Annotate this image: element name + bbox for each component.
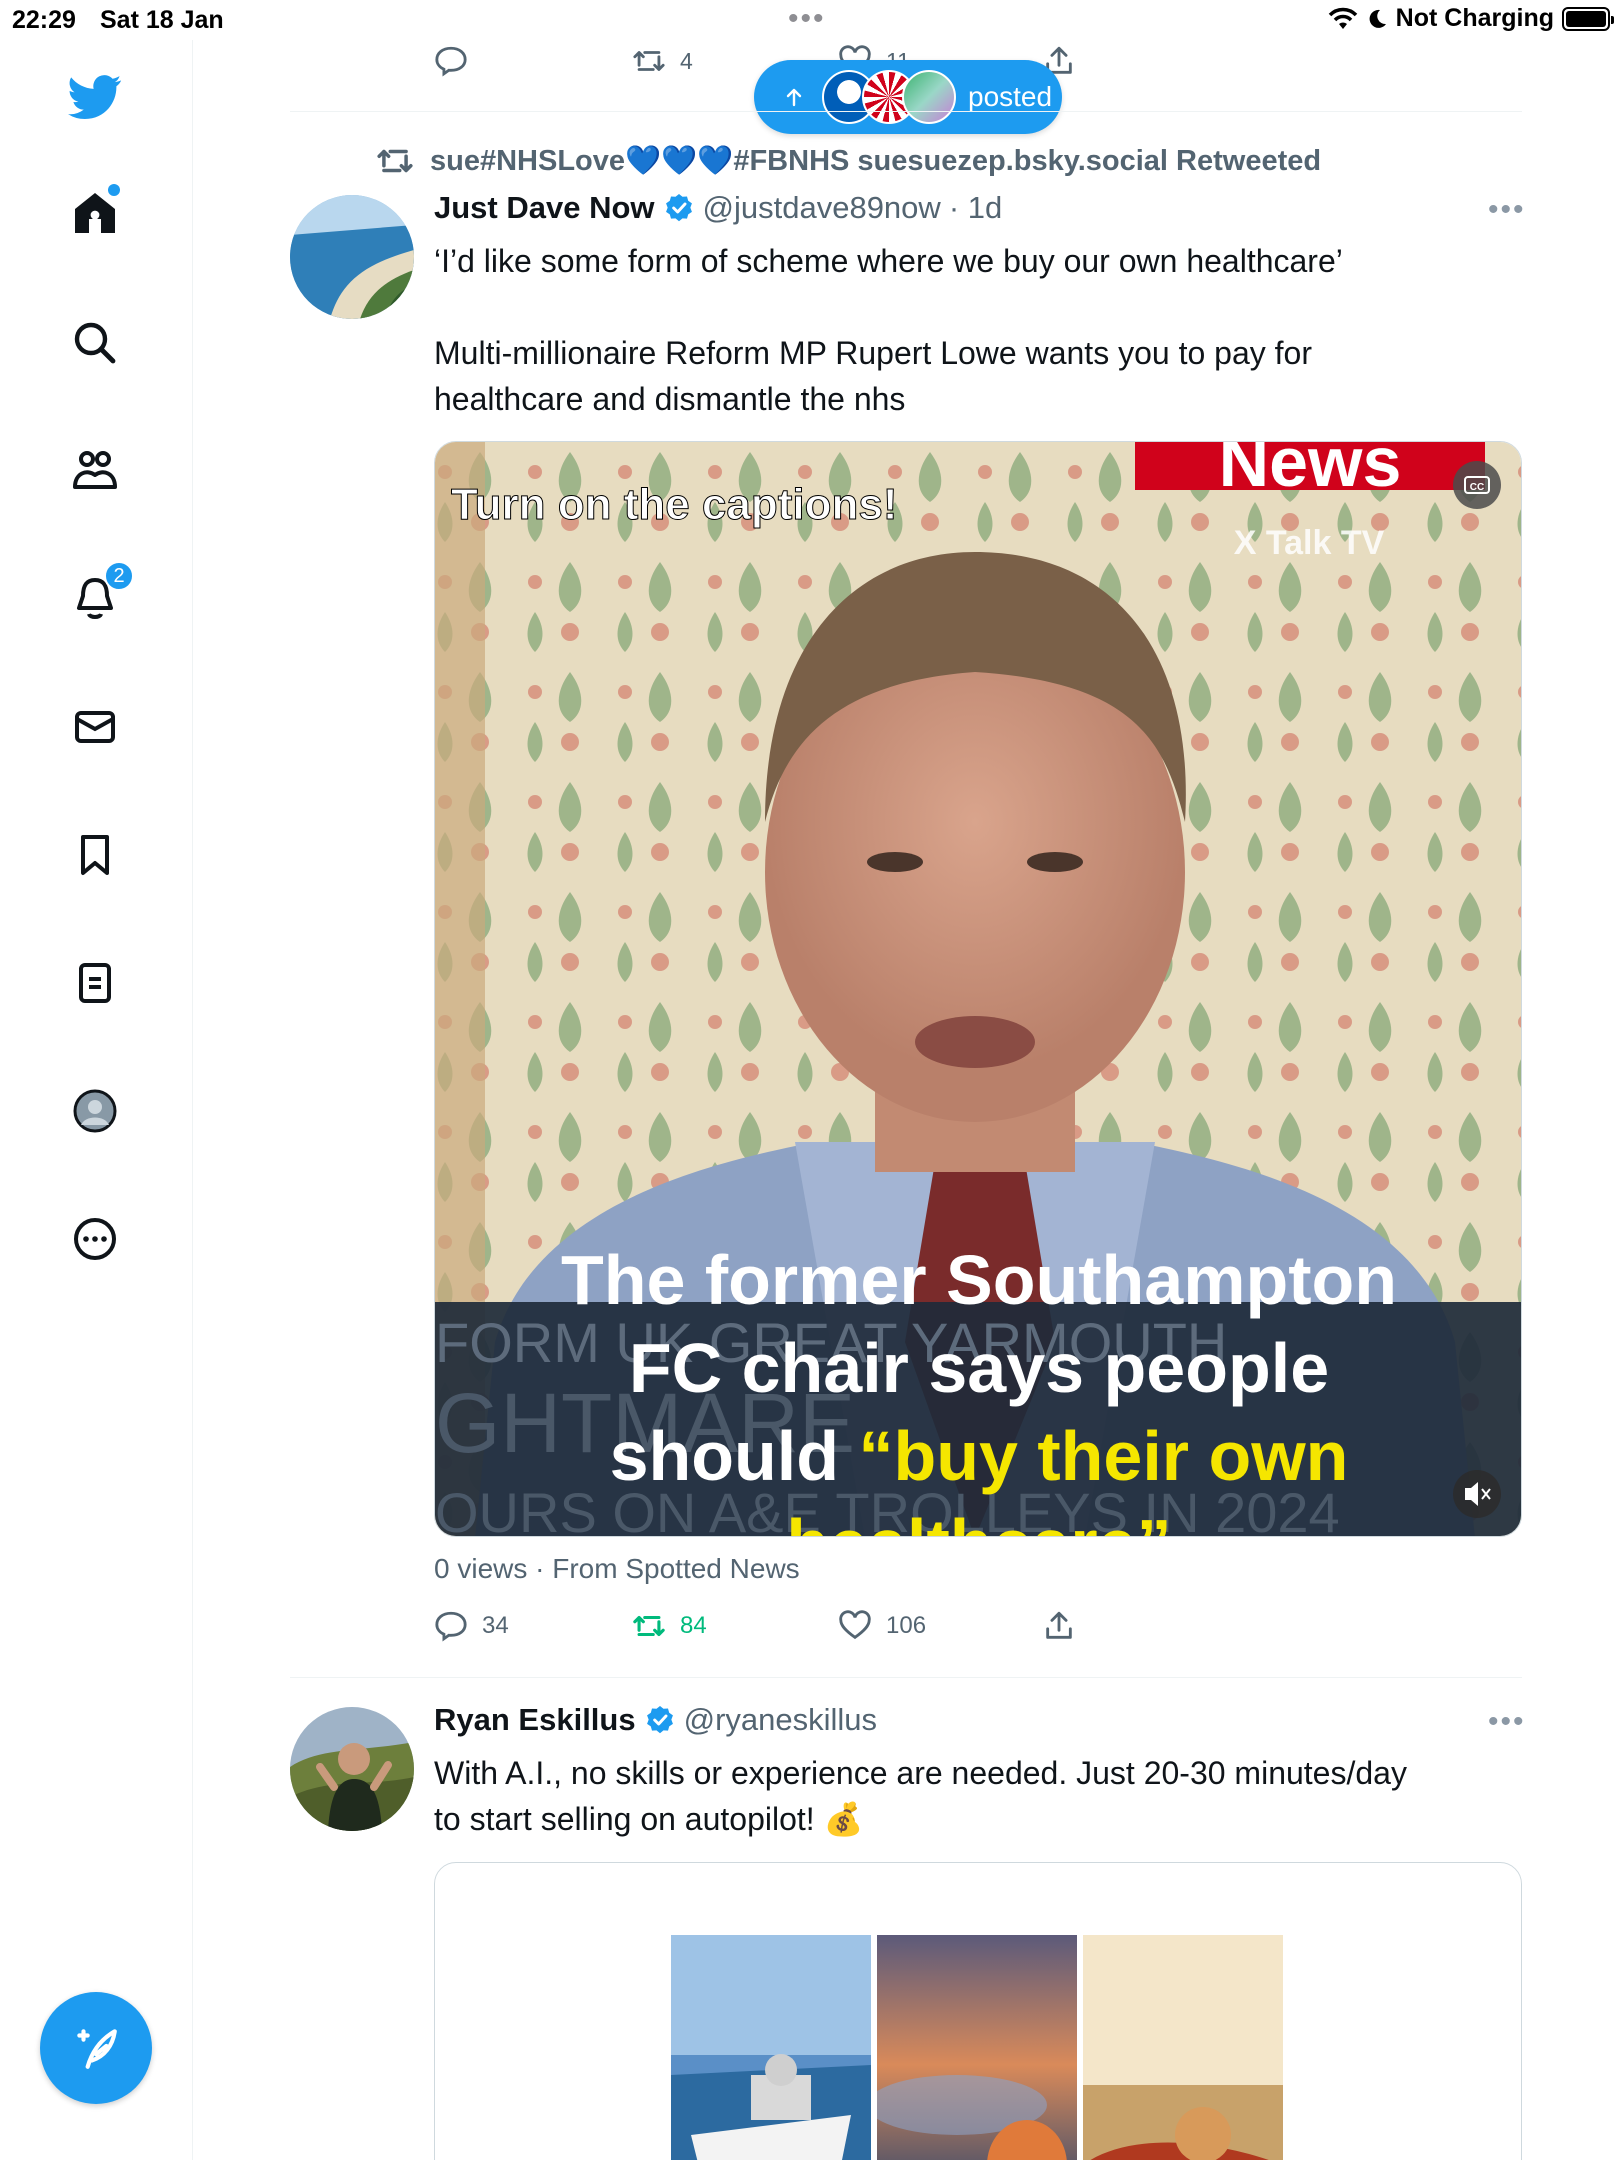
- more-circle-icon[interactable]: [62, 1206, 128, 1272]
- retweet-button[interactable]: 4: [632, 44, 693, 78]
- news-banner-text: News: [1219, 442, 1402, 501]
- retweet-icon: [633, 51, 665, 71]
- search-icon[interactable]: [62, 310, 128, 376]
- video-caption-line: The former Southampton: [561, 1241, 1397, 1319]
- tweet-time[interactable]: · 1d: [949, 190, 1002, 226]
- tweet-divider: [290, 111, 1522, 112]
- battery-icon: [1562, 6, 1614, 31]
- home-icon[interactable]: [62, 180, 128, 246]
- arrow-up-icon: [786, 88, 802, 107]
- video-caption-line: healthcare”: [786, 1505, 1171, 1537]
- pill-label: posted: [968, 81, 1053, 112]
- captions-button[interactable]: CC: [1453, 461, 1501, 509]
- video-frame: FORM UK GREAT YARMOUTH GHTMARE OURS ON A…: [435, 442, 1521, 1537]
- reply-icon: [435, 1611, 467, 1642]
- share-button[interactable]: [1042, 1609, 1076, 1643]
- reply-button[interactable]: 34: [434, 1609, 509, 1643]
- video-caption-white: should: [610, 1417, 859, 1495]
- twitter-logo-icon[interactable]: [62, 64, 128, 130]
- tweet-text: With A.I., no skills or experience are n…: [434, 1750, 1522, 1842]
- charging-status: Not Charging: [1395, 4, 1554, 32]
- video-caption-line: should “buy their own: [610, 1417, 1349, 1495]
- status-right: Not Charging: [1328, 4, 1614, 33]
- retweet-icon: [377, 149, 413, 173]
- card-image-jet: [877, 1935, 1077, 2160]
- avatar-icon[interactable]: [62, 1078, 128, 1144]
- channel-watermark: X Talk TV: [1234, 524, 1385, 562]
- multitasking-dots-icon[interactable]: •••: [788, 2, 826, 36]
- video-caption-line: FC chair says people: [629, 1329, 1329, 1407]
- list-icon[interactable]: [62, 950, 128, 1016]
- retweet-icon: [633, 1615, 665, 1637]
- reply-count: 34: [482, 1612, 509, 1639]
- card-image-car: [1083, 1935, 1283, 2160]
- video-meta: 0 views · From Spotted News: [434, 1553, 800, 1584]
- more-options-icon[interactable]: •••: [1488, 193, 1526, 227]
- heart-icon: [839, 1610, 871, 1640]
- avatar[interactable]: [290, 1707, 414, 1831]
- home-new-dot: [108, 184, 120, 196]
- reply-button[interactable]: [434, 44, 468, 78]
- status-time: 22:29: [12, 6, 76, 34]
- author-handle[interactable]: @ryaneskillus: [684, 1702, 877, 1738]
- author-handle[interactable]: @justdave89now: [703, 190, 941, 226]
- author-name[interactable]: Just Dave Now: [434, 190, 655, 226]
- people-icon[interactable]: [62, 438, 128, 504]
- sidebar: 2: [0, 40, 193, 2160]
- tweet-divider: [290, 1677, 1522, 1678]
- retweet-button[interactable]: 84: [632, 1609, 707, 1643]
- tweet-text-line: to start selling on autopilot! 💰: [434, 1801, 864, 1837]
- status-bar: 22:29 Sat 18 Jan ••• Not Charging: [0, 0, 1620, 40]
- moon-icon: [1369, 9, 1386, 28]
- pill-avatar: [902, 70, 956, 124]
- author-name[interactable]: Ryan Eskillus: [434, 1702, 636, 1738]
- retweeted-by-text: sue#NHSLove💙💙💙#FBNHS suesuezep.bsky.soci…: [430, 145, 1322, 177]
- retweeted-by-line[interactable]: sue#NHSLove💙💙💙#FBNHS suesuezep.bsky.soci…: [376, 142, 1321, 180]
- video-player[interactable]: FORM UK GREAT YARMOUTH GHTMARE OURS ON A…: [434, 441, 1522, 1537]
- bookmark-icon[interactable]: [62, 822, 128, 888]
- verified-badge-icon: [646, 1706, 673, 1734]
- wifi-icon: [1328, 7, 1357, 29]
- avatar[interactable]: [290, 195, 414, 319]
- tweet-header: Just Dave Now @justdave89now · 1d: [434, 190, 1002, 226]
- like-count: 106: [886, 1612, 927, 1639]
- new-posts-pill[interactable]: posted: [754, 60, 1062, 134]
- tweet-text-line: With A.I., no skills or experience are n…: [434, 1755, 1407, 1791]
- tweet-text: ‘I’d like some form of scheme where we b…: [434, 238, 1522, 422]
- tweet-text-line: healthcare and dismantle the nhs: [434, 381, 906, 417]
- mail-icon[interactable]: [62, 694, 128, 760]
- retweet-count: 4: [680, 47, 693, 74]
- tweet-text-line: Multi-millionaire Reform MP Rupert Lowe …: [434, 335, 1312, 371]
- like-button[interactable]: 106: [838, 1609, 926, 1643]
- video-caption-yellow: “buy their own: [858, 1417, 1348, 1495]
- feather-plus-icon: [77, 2029, 117, 2069]
- compose-button[interactable]: [40, 1992, 152, 2104]
- link-card[interactable]: [434, 1862, 1522, 2160]
- more-options-icon[interactable]: •••: [1488, 1705, 1526, 1739]
- retweet-count: 84: [680, 1612, 707, 1639]
- tweet-header: Ryan Eskillus @ryaneskillus: [434, 1702, 877, 1738]
- reply-icon: [435, 46, 467, 77]
- bell-icon[interactable]: 2: [62, 561, 134, 631]
- card-image-yacht: [671, 1935, 871, 2160]
- notifications-badge: 2: [104, 561, 134, 591]
- share-icon: [1046, 1611, 1072, 1639]
- verified-badge-icon: [665, 194, 692, 222]
- cc-icon: CC: [1470, 482, 1484, 493]
- pill-avatars: [822, 70, 956, 124]
- video-overlay-top: Turn on the captions!: [451, 480, 898, 529]
- mute-button[interactable]: [1453, 1470, 1501, 1518]
- tweet-text-line: ‘I’d like some form of scheme where we b…: [434, 243, 1343, 279]
- status-date: Sat 18 Jan: [100, 6, 224, 34]
